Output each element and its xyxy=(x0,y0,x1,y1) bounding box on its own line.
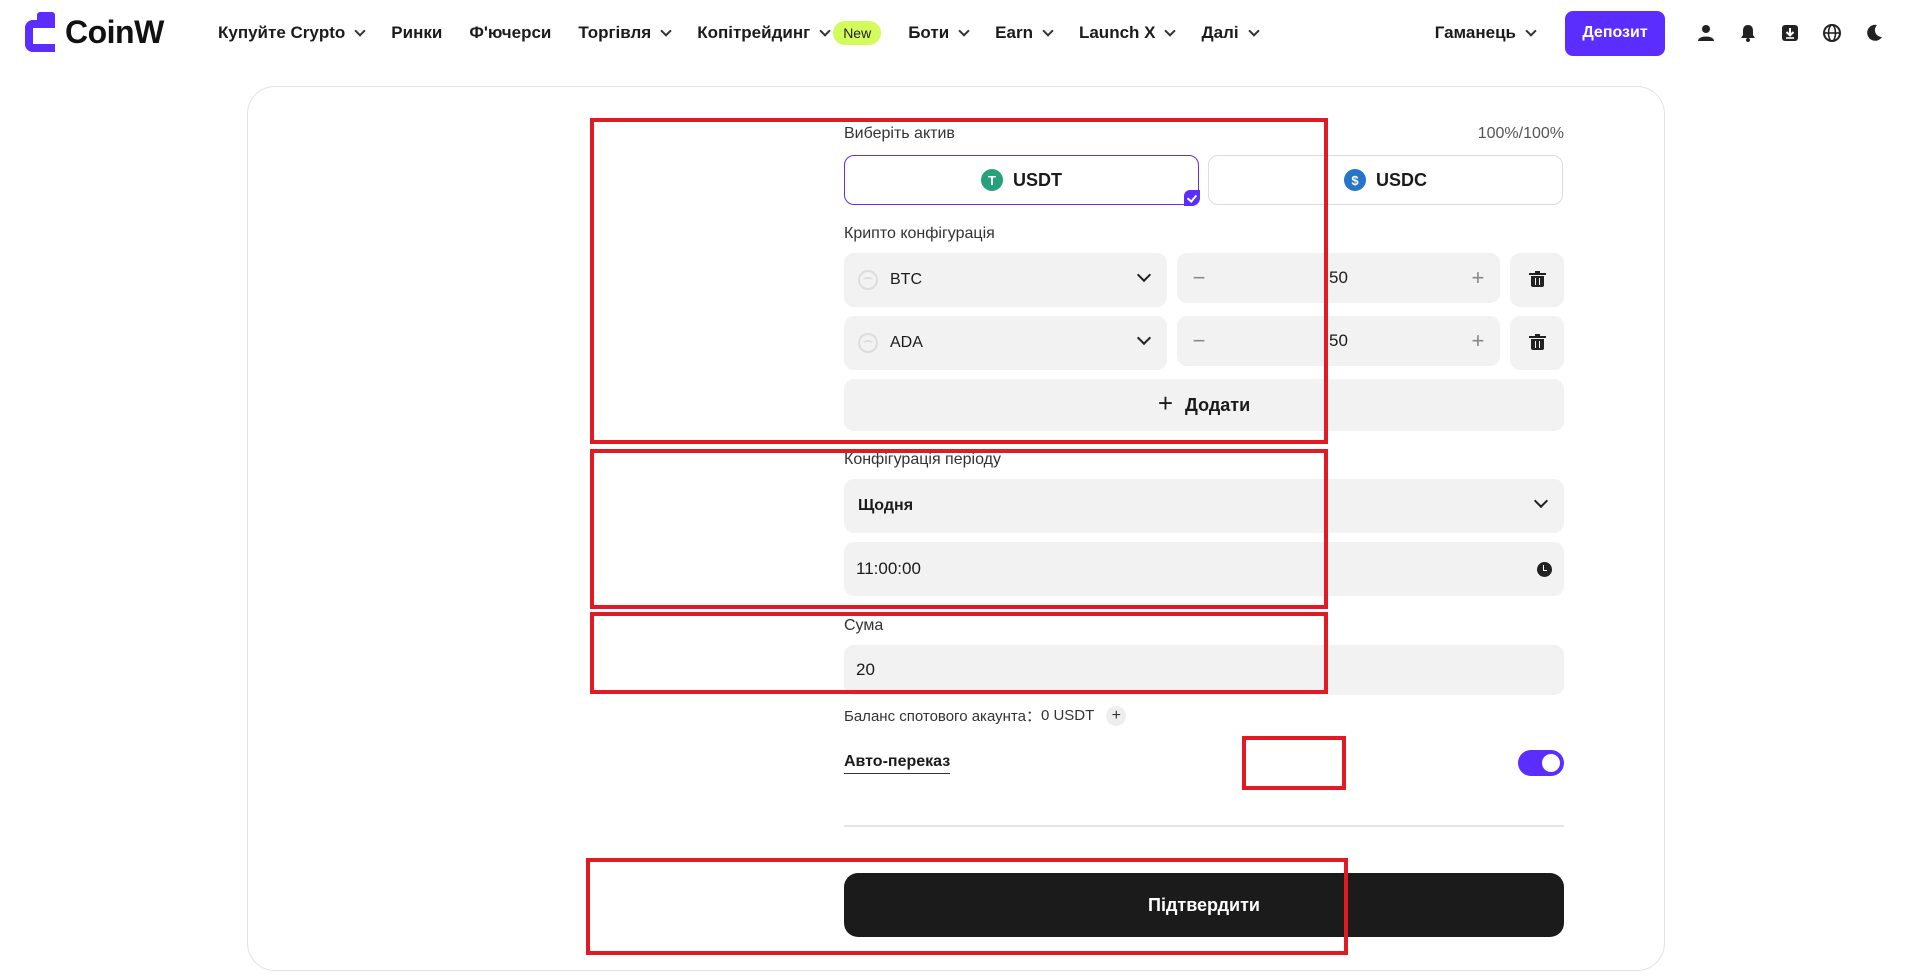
main-nav: Купуйте Crypto Ринки Ф'ючерси Торгівля К… xyxy=(218,0,1285,66)
new-badge: New xyxy=(833,21,882,45)
auto-transfer-label[interactable]: Авто-переказ xyxy=(844,753,951,774)
coin-select-ada[interactable]: ADA xyxy=(844,316,1167,370)
period-config-label: Конфігурація періоду xyxy=(844,451,1001,468)
bell-icon[interactable] xyxy=(1735,20,1761,46)
time-input[interactable]: 11:00:00 xyxy=(844,542,1564,596)
nav-launch-x[interactable]: Launch X xyxy=(1079,23,1177,43)
checkmark-icon xyxy=(1184,190,1200,206)
nav-buy-crypto[interactable]: Купуйте Crypto xyxy=(218,23,366,43)
percent-stepper-btc: − 50 + xyxy=(1177,253,1500,303)
amount-input[interactable]: 20 xyxy=(844,645,1564,695)
amount-label: Сума xyxy=(844,617,884,634)
add-funds-icon[interactable]: + xyxy=(1106,705,1127,726)
percent-value[interactable]: 50 xyxy=(1329,331,1348,351)
minus-icon[interactable]: − xyxy=(1189,265,1209,291)
plus-icon[interactable]: + xyxy=(1468,328,1488,354)
chevron-down-icon xyxy=(660,25,672,37)
percent-value[interactable]: 50 xyxy=(1329,268,1348,288)
asset-label: Виберіть актив xyxy=(844,125,955,142)
delete-row-button-ada[interactable] xyxy=(1510,316,1564,370)
minus-icon[interactable]: − xyxy=(1189,328,1209,354)
clock-icon[interactable] xyxy=(1537,561,1552,577)
percent-stepper-ada: − 50 + xyxy=(1177,316,1500,366)
asset-usdt-button[interactable]: T USDT xyxy=(844,155,1200,206)
chevron-down-icon xyxy=(354,25,366,37)
brand-name: CoinW xyxy=(65,13,164,50)
usdc-icon: $ xyxy=(1343,169,1366,191)
spot-balance: Баланс спотового акаунта： 0 USDT + xyxy=(844,705,1127,726)
nav-earn[interactable]: Earn xyxy=(995,23,1054,43)
balance-value: 0 USDT xyxy=(1040,707,1095,724)
dca-card: Виберіть актив 100%/100% T USDT $ USDC К… xyxy=(247,86,1665,971)
nav-bots[interactable]: Боти xyxy=(908,23,970,43)
coinw-logo[interactable]: CoinW xyxy=(25,12,164,52)
divider xyxy=(844,825,1564,827)
coinw-logo-icon xyxy=(25,12,59,52)
asset-usdc-button[interactable]: $ USDC xyxy=(1208,155,1563,205)
download-icon[interactable] xyxy=(1777,20,1803,46)
chevron-down-icon xyxy=(958,25,970,37)
trash-icon xyxy=(1528,271,1546,287)
coin-placeholder-icon xyxy=(858,270,878,290)
confirm-button[interactable]: Підтвердити xyxy=(844,873,1564,937)
coin-select-btc[interactable]: BTC xyxy=(844,253,1167,307)
chevron-down-icon xyxy=(1136,330,1152,346)
chevron-down-icon xyxy=(819,25,831,37)
auto-transfer-toggle[interactable] xyxy=(1518,750,1564,776)
nav-trade[interactable]: Торгівля xyxy=(578,23,672,43)
nav-copy-trading[interactable]: Копітрейдинг New xyxy=(697,21,882,45)
chevron-down-icon xyxy=(1042,25,1054,37)
wallet-menu[interactable]: Гаманець xyxy=(1435,23,1537,43)
deposit-button[interactable]: Депозит xyxy=(1565,10,1665,56)
chevron-down-icon xyxy=(1136,267,1152,283)
chevron-down-icon xyxy=(1525,25,1537,37)
add-coin-button[interactable]: + Додати xyxy=(844,379,1564,431)
chevron-down-icon xyxy=(1533,493,1549,509)
nav-more[interactable]: Далі xyxy=(1201,23,1260,43)
header-actions: Гаманець Депозит xyxy=(1435,0,1915,66)
user-icon[interactable] xyxy=(1693,20,1719,46)
trash-icon xyxy=(1528,334,1546,350)
plus-icon: + xyxy=(1157,388,1174,418)
ratio-indicator: 100%/100% xyxy=(1477,125,1564,142)
period-select[interactable]: Щодня xyxy=(844,479,1564,533)
top-header: CoinW Купуйте Crypto Ринки Ф'ючерси Торг… xyxy=(0,0,1915,66)
plus-icon[interactable]: + xyxy=(1468,265,1488,291)
nav-markets[interactable]: Ринки xyxy=(391,23,442,43)
moon-icon[interactable] xyxy=(1861,20,1887,46)
nav-futures[interactable]: Ф'ючерси xyxy=(469,23,551,43)
globe-icon[interactable] xyxy=(1819,20,1845,46)
crypto-config-label: Крипто конфігурація xyxy=(844,225,995,242)
tether-icon: T xyxy=(981,169,1003,191)
delete-row-button-btc[interactable] xyxy=(1510,253,1564,307)
coin-placeholder-icon xyxy=(858,333,878,353)
chevron-down-icon xyxy=(1247,25,1260,37)
chevron-down-icon xyxy=(1164,25,1177,37)
